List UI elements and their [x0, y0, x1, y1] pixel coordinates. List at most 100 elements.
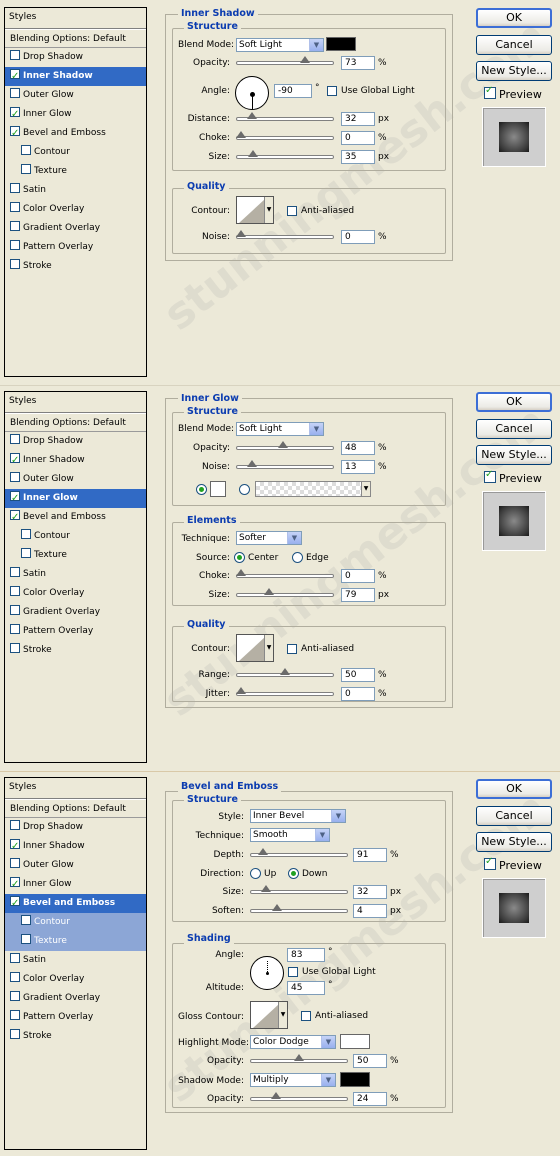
- style-item-bevel-and-emboss[interactable]: Bevel and Emboss: [5, 124, 146, 143]
- style-checkbox[interactable]: [10, 643, 20, 653]
- style-checkbox[interactable]: [10, 567, 20, 577]
- highlight-opacity-input[interactable]: 50: [353, 1054, 387, 1068]
- choke-input[interactable]: 0: [341, 131, 375, 145]
- contour-picker[interactable]: ▼: [236, 634, 274, 662]
- choke-slider[interactable]: [236, 136, 334, 140]
- size-input[interactable]: 32: [353, 885, 387, 899]
- slider-knob[interactable]: [257, 848, 268, 855]
- style-item-stroke[interactable]: Stroke: [5, 1027, 146, 1046]
- opacity-input[interactable]: 73: [341, 56, 375, 70]
- style-item-inner-shadow[interactable]: Inner Shadow: [5, 67, 146, 86]
- style-item-inner-shadow[interactable]: Inner Shadow: [5, 837, 146, 856]
- style-checkbox[interactable]: [10, 586, 20, 596]
- slider-knob[interactable]: [272, 904, 282, 911]
- altitude-input[interactable]: 45: [287, 981, 325, 995]
- style-checkbox[interactable]: [10, 472, 20, 482]
- style-checkbox[interactable]: [10, 451, 20, 470]
- style-item-color-overlay[interactable]: Color Overlay: [5, 970, 146, 989]
- soften-slider[interactable]: [250, 909, 348, 913]
- direction-up-radio[interactable]: [250, 868, 261, 879]
- new-style-button[interactable]: New Style...: [476, 61, 552, 81]
- blending-options-item[interactable]: Blending Options: Default: [5, 29, 146, 48]
- style-item-satin[interactable]: Satin: [5, 565, 146, 584]
- noise-slider[interactable]: [236, 235, 334, 239]
- new-style-button[interactable]: New Style...: [476, 445, 552, 465]
- style-checkbox[interactable]: [10, 991, 20, 1001]
- new-style-button[interactable]: New Style...: [476, 832, 552, 852]
- highlight-mode-select[interactable]: Color Dodge ▼: [250, 1035, 336, 1049]
- preview-toggle[interactable]: Preview: [484, 85, 542, 101]
- style-checkbox[interactable]: [10, 624, 20, 634]
- style-item-bevel-and-emboss[interactable]: Bevel and Emboss: [5, 894, 146, 913]
- highlight-color-swatch[interactable]: [340, 1034, 370, 1049]
- style-checkbox[interactable]: [21, 164, 31, 174]
- preview-checkbox[interactable]: [484, 469, 496, 483]
- style-item-pattern-overlay[interactable]: Pattern Overlay: [5, 238, 146, 257]
- contour-picker[interactable]: ▼: [236, 196, 274, 224]
- style-checkbox[interactable]: [10, 202, 20, 212]
- slider-knob[interactable]: [280, 668, 290, 675]
- preview-toggle[interactable]: Preview: [484, 856, 542, 872]
- noise-input[interactable]: 0: [341, 230, 375, 244]
- style-item-outer-glow[interactable]: Outer Glow: [5, 470, 146, 489]
- color-radio[interactable]: [196, 484, 207, 495]
- style-item-gradient-overlay[interactable]: Gradient Overlay: [5, 989, 146, 1008]
- slider-knob[interactable]: [264, 588, 275, 595]
- style-item-outer-glow[interactable]: Outer Glow: [5, 86, 146, 105]
- angle-input[interactable]: -90: [274, 84, 312, 98]
- style-item-contour[interactable]: Contour: [5, 913, 146, 932]
- style-item-drop-shadow[interactable]: Drop Shadow: [5, 818, 146, 837]
- size-input[interactable]: 35: [341, 150, 375, 164]
- style-item-stroke[interactable]: Stroke: [5, 641, 146, 660]
- size-input[interactable]: 79: [341, 588, 375, 602]
- glow-color-swatch[interactable]: [210, 481, 226, 497]
- style-checkbox[interactable]: [10, 1029, 20, 1039]
- style-checkbox[interactable]: [10, 240, 20, 250]
- ok-button[interactable]: OK: [476, 779, 552, 799]
- gradient-picker[interactable]: ▼: [255, 481, 371, 497]
- shadow-mode-select[interactable]: Multiply ▼: [250, 1073, 336, 1087]
- style-item-color-overlay[interactable]: Color Overlay: [5, 200, 146, 219]
- shadow-opacity-slider[interactable]: [250, 1097, 348, 1101]
- style-checkbox[interactable]: [10, 105, 20, 124]
- choke-input[interactable]: 0: [341, 569, 375, 583]
- blending-options-item[interactable]: Blending Options: Default: [5, 413, 146, 432]
- use-global-light-checkbox[interactable]: [288, 967, 298, 977]
- style-item-drop-shadow[interactable]: Drop Shadow: [5, 432, 146, 451]
- slider-knob[interactable]: [236, 687, 246, 694]
- slider-knob[interactable]: [247, 460, 258, 467]
- shadow-opacity-input[interactable]: 24: [353, 1092, 387, 1106]
- style-checkbox[interactable]: [21, 915, 31, 925]
- style-checkbox[interactable]: [21, 145, 31, 155]
- anti-aliased-checkbox[interactable]: [287, 206, 297, 216]
- ok-button[interactable]: OK: [476, 392, 552, 412]
- style-checkbox[interactable]: [10, 124, 20, 143]
- slider-knob[interactable]: [236, 230, 246, 237]
- preview-toggle[interactable]: Preview: [484, 469, 542, 485]
- style-checkbox[interactable]: [10, 1010, 20, 1020]
- slider-knob[interactable]: [236, 569, 246, 576]
- style-item-drop-shadow[interactable]: Drop Shadow: [5, 48, 146, 67]
- style-checkbox[interactable]: [10, 820, 20, 830]
- slider-knob[interactable]: [294, 1054, 304, 1061]
- style-checkbox[interactable]: [10, 67, 20, 86]
- range-input[interactable]: 50: [341, 668, 375, 682]
- gloss-contour-picker[interactable]: ▼: [250, 1001, 288, 1029]
- direction-down-radio[interactable]: [288, 868, 299, 879]
- angle-dial[interactable]: [250, 956, 284, 990]
- source-center-radio[interactable]: [234, 552, 245, 563]
- blending-options-item[interactable]: Blending Options: Default: [5, 799, 146, 818]
- style-checkbox[interactable]: [10, 972, 20, 982]
- style-checkbox[interactable]: [10, 88, 20, 98]
- slider-knob[interactable]: [271, 1092, 282, 1099]
- choke-slider[interactable]: [236, 574, 334, 578]
- style-item-pattern-overlay[interactable]: Pattern Overlay: [5, 1008, 146, 1027]
- style-item-stroke[interactable]: Stroke: [5, 257, 146, 276]
- blend-mode-select[interactable]: Soft Light ▼: [236, 422, 324, 436]
- style-checkbox[interactable]: [10, 50, 20, 60]
- jitter-slider[interactable]: [236, 692, 334, 696]
- source-edge-radio[interactable]: [292, 552, 303, 563]
- size-slider[interactable]: [236, 593, 334, 597]
- opacity-input[interactable]: 48: [341, 441, 375, 455]
- style-checkbox[interactable]: [10, 605, 20, 615]
